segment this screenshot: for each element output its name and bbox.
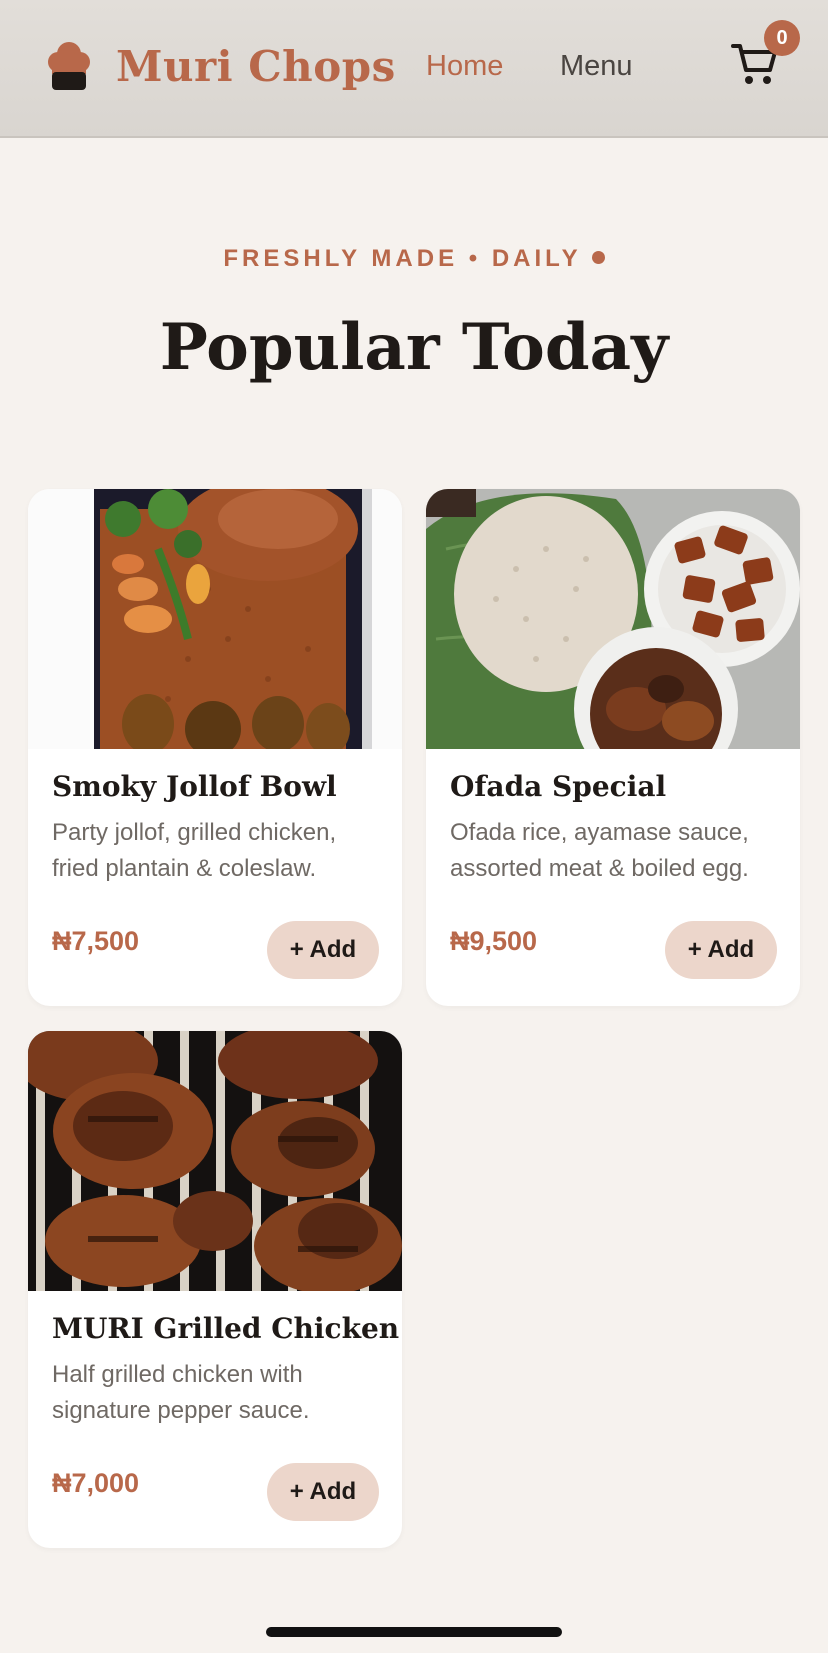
cart-count-badge[interactable]: 0	[764, 20, 800, 56]
item-price: ₦7,000	[52, 1468, 140, 1498]
add-to-cart-button[interactable]: + Add	[665, 921, 777, 979]
menu-card: Ofada Special Ofada rice, ayamase sauce,…	[426, 489, 800, 1006]
ofada-rice-platter-photo	[426, 489, 800, 749]
section-title: Popular Today	[159, 310, 669, 385]
grilled-chicken-photo	[28, 1031, 402, 1291]
add-to-cart-button[interactable]: + Add	[267, 1463, 379, 1521]
item-description: Half grilled chicken with signature pepp…	[52, 1361, 310, 1424]
item-price: ₦7,500	[52, 926, 140, 956]
item-name: MURI Grilled Chicken	[52, 1312, 400, 1345]
section-eyebrow: FRESHLY MADE • DAILY	[0, 242, 828, 276]
chef-hat-icon[interactable]	[48, 38, 90, 92]
item-name: Smoky Jollof Bowl	[52, 770, 337, 803]
item-description: Ofada rice, ayamase sauce, assorted meat…	[450, 819, 749, 882]
jollof-rice-bowl-photo	[28, 489, 402, 749]
home-indicator[interactable]	[266, 1627, 562, 1637]
item-price: ₦9,500	[450, 926, 538, 956]
brand-name[interactable]: Muri Chops	[116, 38, 396, 96]
item-name: Ofada Special	[450, 770, 667, 803]
section-eyebrow-text: FRESHLY MADE • DAILY	[223, 245, 582, 272]
nav-link-home[interactable]: Home	[426, 46, 503, 86]
add-to-cart-button[interactable]: + Add	[267, 921, 379, 979]
top-navbar: Muri Chops Home Menu 0	[0, 0, 828, 138]
dot-icon	[591, 251, 605, 265]
menu-card: MURI Grilled Chicken Half grilled chicke…	[28, 1031, 402, 1548]
nav-link-menu[interactable]: Menu	[560, 46, 633, 86]
menu-card: Smoky Jollof Bowl Party jollof, grilled …	[28, 489, 402, 1006]
item-description: Party jollof, grilled chicken, fried pla…	[52, 819, 337, 882]
